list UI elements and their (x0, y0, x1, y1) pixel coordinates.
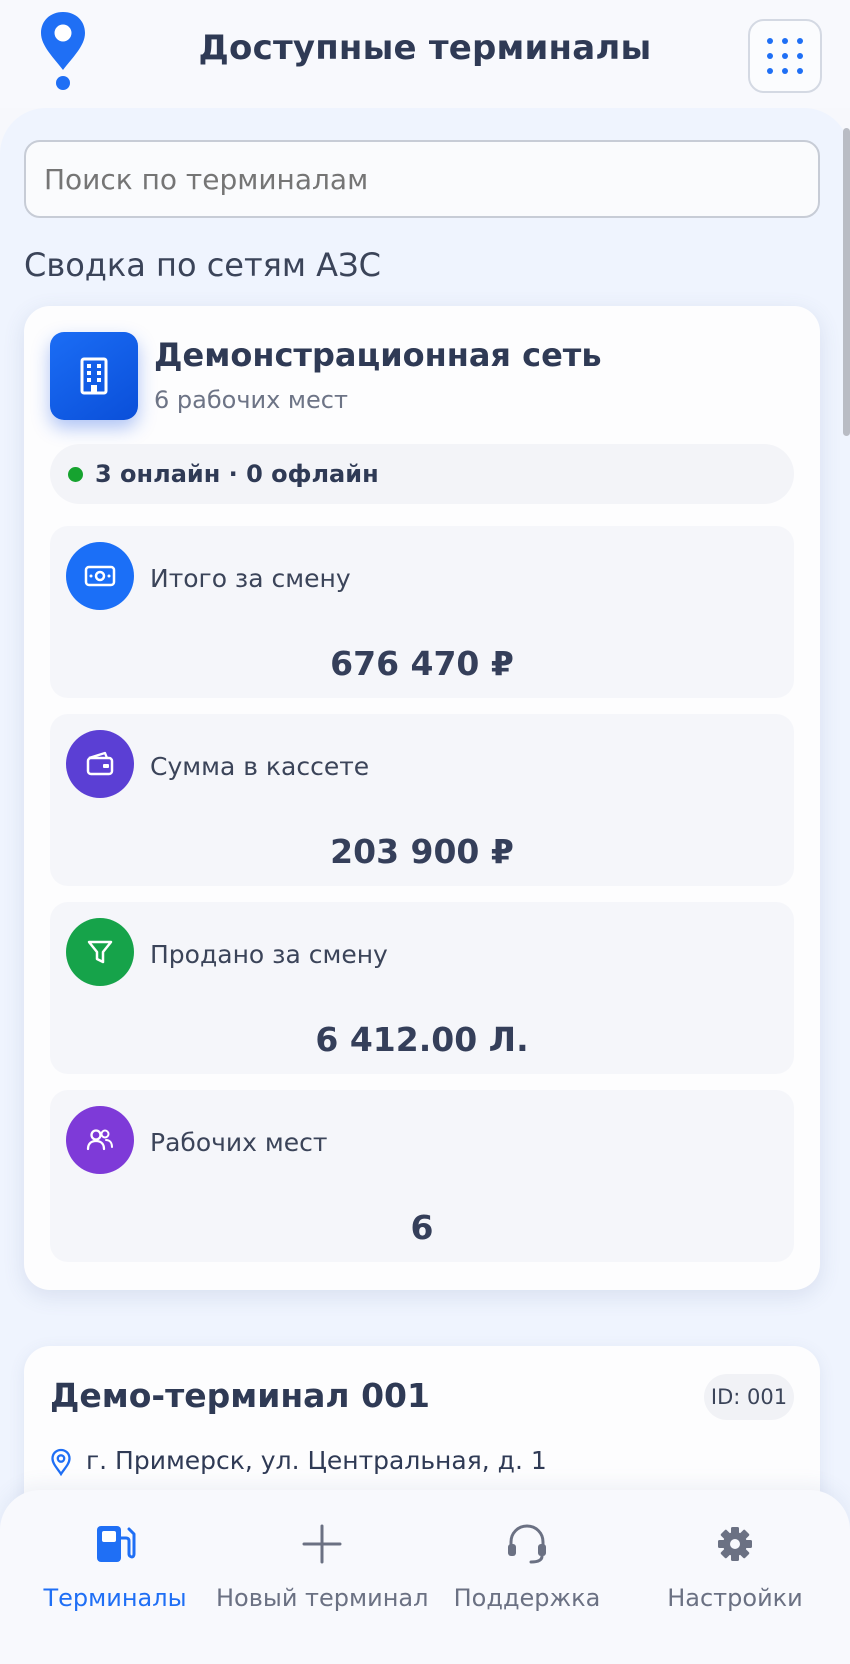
nav-item-settings[interactable]: Настройки (656, 1490, 814, 1664)
fuel-pump-icon (97, 1526, 136, 1562)
stat-total-shift: Итого за смену 676 470 ₽ (50, 526, 794, 698)
search-input[interactable] (24, 140, 820, 218)
wallet-icon (66, 730, 134, 798)
stat-sold-shift: Продано за смену 6 412.00 Л. (50, 902, 794, 1074)
network-subtitle: 6 рабочих мест (154, 386, 348, 414)
terminal-title: Демо-терминал 001 (50, 1376, 430, 1415)
location-pin-icon (51, 1448, 71, 1476)
gear-icon (718, 1527, 752, 1561)
nav-label: Поддержка (453, 1584, 601, 1612)
stat-label: Сумма в кассете (150, 752, 370, 781)
menu-button[interactable] (748, 19, 822, 93)
nav-item-new-terminal[interactable]: Новый терминал (216, 1490, 428, 1664)
status-badge: 3 онлайн · 0 офлайн (50, 444, 794, 504)
stat-value: 203 900 ₽ (330, 832, 514, 871)
stat-value: 6 (410, 1208, 434, 1247)
plus-icon (302, 1524, 342, 1564)
filter-icon (66, 918, 134, 986)
building-icon (50, 332, 138, 420)
stat-cassette-sum: Сумма в кассете 203 900 ₽ (50, 714, 794, 886)
section-title: Сводка по сетям АЗС (24, 246, 381, 284)
nav-label: Терминалы (43, 1584, 187, 1612)
users-icon (66, 1106, 134, 1174)
stat-label: Рабочих мест (150, 1128, 328, 1157)
app-header: Доступные терминалы (0, 0, 850, 108)
terminal-id-badge: ID: 001 (704, 1374, 794, 1420)
scrollbar[interactable] (843, 128, 850, 436)
nav-item-terminals[interactable]: Терминалы (40, 1490, 190, 1664)
network-name: Демонстрационная сеть (154, 336, 602, 374)
status-text: 3 онлайн · 0 офлайн (95, 460, 379, 488)
network-summary-card: Демонстрационная сеть 6 рабочих мест 3 о… (24, 306, 820, 1290)
bottom-navigation: Терминалы Новый терминал Поддержка Настр… (0, 1490, 850, 1664)
grid-dots-icon (767, 38, 803, 74)
banknote-icon (66, 542, 134, 610)
stat-value: 676 470 ₽ (330, 644, 514, 683)
stat-label: Итого за смену (150, 564, 351, 593)
stat-workplaces: Рабочих мест 6 (50, 1090, 794, 1262)
nav-label: Новый терминал (216, 1584, 429, 1612)
online-dot-icon (68, 466, 83, 482)
nav-item-support[interactable]: Поддержка (452, 1490, 602, 1664)
page-title: Доступные терминалы (198, 28, 652, 68)
terminal-address: г. Примерск, ул. Центральная, д. 1 (86, 1446, 547, 1475)
stat-label: Продано за смену (150, 940, 388, 969)
headset-icon (508, 1524, 546, 1564)
nav-label: Настройки (667, 1584, 803, 1612)
stat-value: 6 412.00 Л. (315, 1020, 529, 1059)
